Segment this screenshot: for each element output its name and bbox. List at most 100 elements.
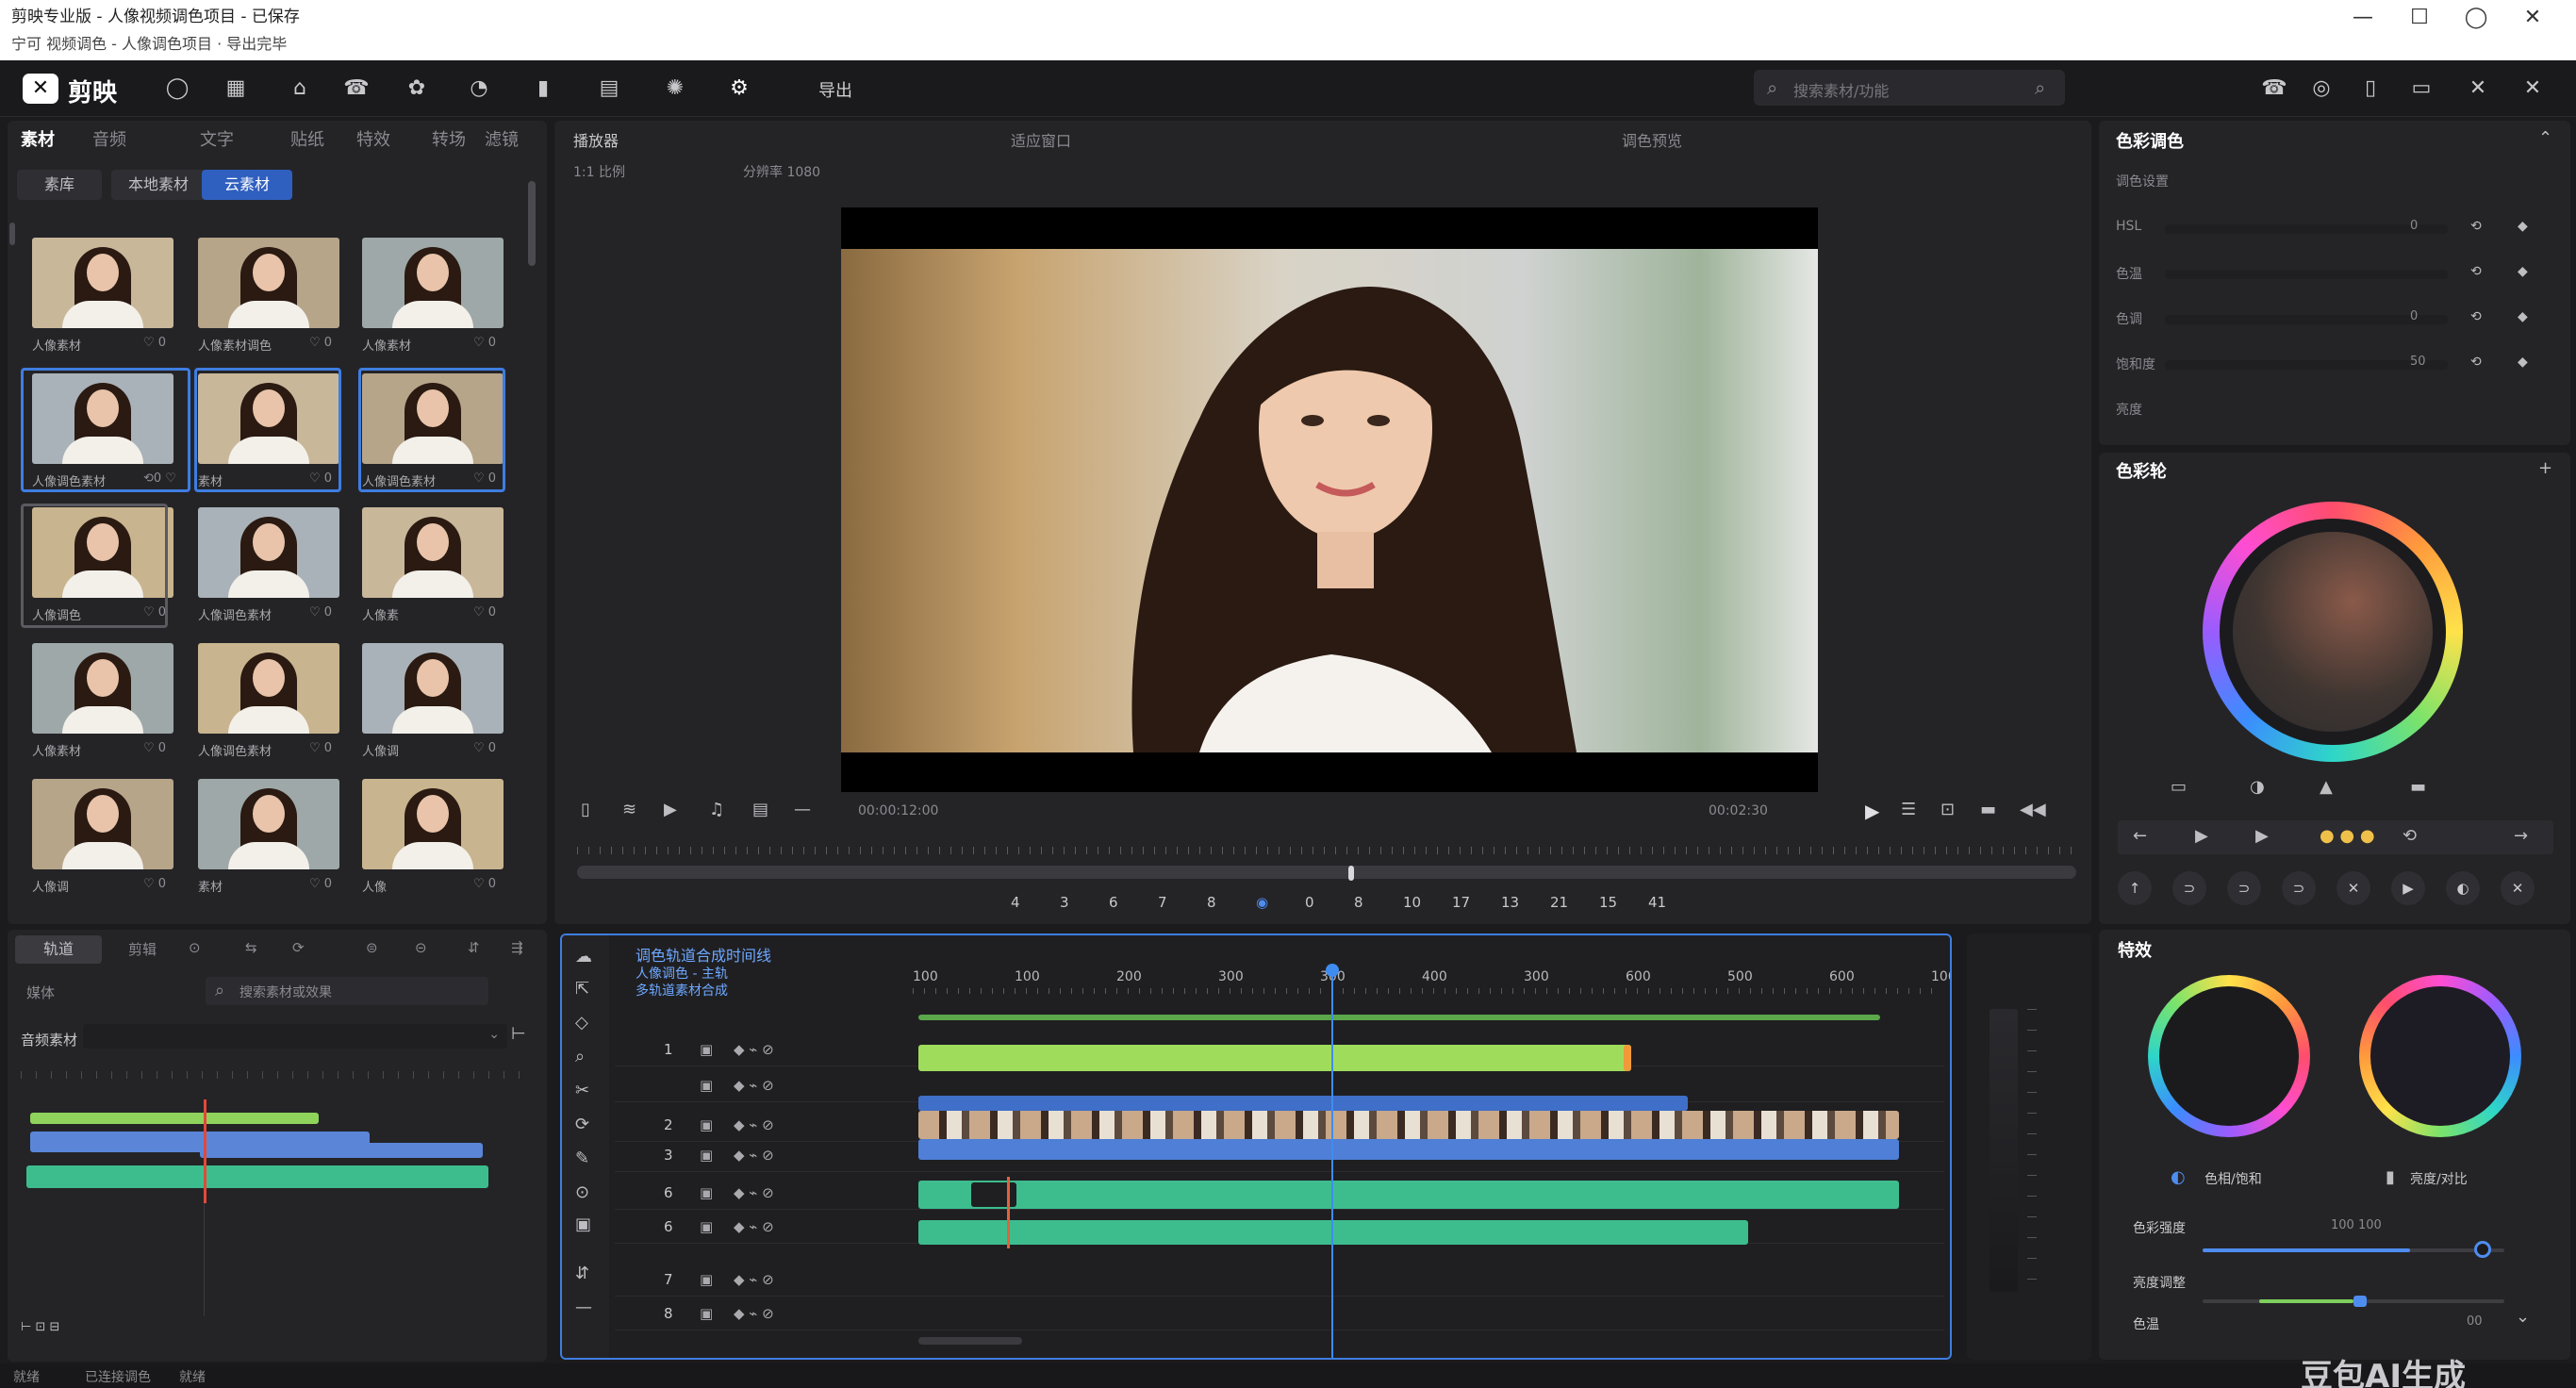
- search-submit-icon[interactable]: ⌕: [2035, 76, 2045, 99]
- media-thumbnail[interactable]: [198, 507, 339, 598]
- window-icon[interactable]: ▭: [2406, 74, 2436, 104]
- frame-item[interactable]: 8: [1354, 894, 1363, 911]
- export-button[interactable]: 导出: [818, 77, 852, 102]
- tab-filter[interactable]: 滤镜: [485, 126, 519, 151]
- timer-tool-icon[interactable]: ◔: [464, 74, 494, 104]
- track-visibility-icon[interactable]: ▣: [700, 1077, 713, 1094]
- mini-tab-8[interactable]: ⇵: [468, 939, 480, 956]
- tool-adjust-icon[interactable]: ✎: [575, 1148, 589, 1168]
- frame-item[interactable]: 15: [1599, 894, 1617, 911]
- frame-item[interactable]: 6: [1109, 894, 1118, 911]
- home-tool-icon[interactable]: ⌂: [285, 74, 315, 104]
- tool-layer-icon[interactable]: ▣: [575, 1214, 591, 1234]
- effect-wheel-right-center[interactable]: [2370, 986, 2510, 1126]
- wheel-tool-button[interactable]: ✕: [2337, 871, 2370, 905]
- media-scrollbar[interactable]: [528, 181, 536, 266]
- preview-scrubber[interactable]: [577, 866, 2076, 879]
- param-slider[interactable]: [2165, 270, 2448, 279]
- maximize-button[interactable]: ☐: [2401, 6, 2438, 29]
- frame-item[interactable]: 13: [1501, 894, 1519, 911]
- tool-minus-icon[interactable]: —: [575, 1297, 592, 1317]
- param-slider[interactable]: [2165, 315, 2448, 324]
- frame-item[interactable]: 7: [1158, 894, 1167, 911]
- wheel-tool-button[interactable]: ✕: [2501, 871, 2535, 905]
- list-icon[interactable]: ☰: [1901, 800, 1916, 819]
- rewind-icon[interactable]: ◀◀: [2020, 800, 2046, 819]
- circle-tool-icon[interactable]: ◯: [162, 74, 192, 104]
- mini-tab-track[interactable]: 轨道: [15, 935, 102, 964]
- clip-top-bar[interactable]: [918, 1015, 1880, 1020]
- track-lock-icon[interactable]: ◆ ⌁ ⊘: [734, 1147, 774, 1164]
- param-slider[interactable]: [2165, 360, 2448, 370]
- color-preview-label[interactable]: 调色预览: [1622, 128, 1682, 151]
- media-thumbnail[interactable]: [198, 238, 339, 328]
- wheel-play-icon[interactable]: ▶: [2195, 826, 2208, 846]
- playhead-handle[interactable]: [1326, 964, 1339, 977]
- sparkle-tool-icon[interactable]: ✺: [660, 74, 690, 104]
- effect-left-icon[interactable]: ◐: [2171, 1167, 2186, 1187]
- clip-teal-2[interactable]: [918, 1220, 1748, 1245]
- screen-icon[interactable]: ▬: [1980, 800, 1996, 819]
- mini-dropdown[interactable]: ⌄: [83, 1024, 507, 1049]
- effect-wheel-left-center[interactable]: [2159, 986, 2299, 1126]
- wheel-tool-button[interactable]: ▶: [2391, 871, 2425, 905]
- param-keyframe-icon[interactable]: ◆: [2518, 219, 2528, 234]
- mini-clip-blue-2[interactable]: [200, 1143, 483, 1158]
- tool-shape-icon[interactable]: ◇: [575, 1013, 588, 1033]
- tool-split-icon[interactable]: ⇵: [575, 1264, 589, 1283]
- media-thumbnail[interactable]: [32, 643, 173, 734]
- wheel-tool-button[interactable]: ↑: [2118, 871, 2152, 905]
- track-visibility-icon[interactable]: ▣: [700, 1218, 713, 1235]
- timeline-playhead[interactable]: [1331, 969, 1333, 1358]
- local-media-button[interactable]: 本地素材: [111, 170, 206, 200]
- track-lock-icon[interactable]: ◆ ⌁ ⊘: [734, 1218, 774, 1235]
- mini-search-input[interactable]: ⌕ 搜索素材或效果: [206, 977, 488, 1005]
- minimize-button[interactable]: —: [2344, 6, 2382, 29]
- mini-clip-teal[interactable]: [26, 1165, 488, 1188]
- param-keyframe-icon[interactable]: ◆: [2518, 309, 2528, 324]
- param-keyframe-icon[interactable]: ◆: [2518, 264, 2528, 279]
- restore-button[interactable]: ◯: [2457, 6, 2495, 29]
- wheel-next-icon[interactable]: ▶: [2255, 826, 2269, 846]
- frame-item[interactable]: ◉: [1256, 894, 1268, 911]
- frame-item[interactable]: 0: [1305, 894, 1314, 911]
- media-thumbnail[interactable]: [32, 779, 173, 869]
- media-thumbnail[interactable]: [362, 238, 504, 328]
- wheel-option-1-icon[interactable]: ▭: [2171, 777, 2187, 797]
- wheel-option-2-icon[interactable]: ◑: [2250, 777, 2265, 797]
- caption-icon[interactable]: ▤: [752, 800, 768, 819]
- aspect-ratio-label[interactable]: 1:1 比例: [573, 162, 625, 181]
- tool-zoom-icon[interactable]: ⌕: [575, 1047, 585, 1066]
- minus-icon[interactable]: —: [794, 800, 811, 819]
- effect-dropdown-icon[interactable]: ⌄: [2516, 1307, 2530, 1327]
- fit-window-label[interactable]: 适应窗口: [1011, 128, 1071, 151]
- trim-icon[interactable]: ≋: [622, 800, 636, 819]
- mini-tab-5[interactable]: ⟳: [292, 939, 305, 956]
- mini-bottom-icons[interactable]: ⊢ ⊡ ⊟: [21, 1320, 59, 1334]
- chat-icon[interactable]: ◎: [2306, 74, 2337, 104]
- track-visibility-icon[interactable]: ▣: [700, 1147, 713, 1164]
- tab-sticker[interactable]: 贴纸: [290, 126, 324, 151]
- effect-right-icon[interactable]: ▮: [2386, 1167, 2395, 1187]
- track-lock-icon[interactable]: ◆ ⌁ ⊘: [734, 1305, 774, 1322]
- effect-slider1-thumb[interactable]: [2474, 1241, 2491, 1258]
- media-thumbnail[interactable]: [362, 643, 504, 734]
- expand-icon[interactable]: +: [2538, 458, 2552, 478]
- wheel-forward-icon[interactable]: →: [2514, 826, 2528, 846]
- clip-teal-1[interactable]: [918, 1181, 1899, 1209]
- track-visibility-icon[interactable]: ▣: [700, 1271, 713, 1288]
- color-wheel-center[interactable]: [2233, 532, 2433, 732]
- cloud-media-button[interactable]: 云素材: [202, 170, 292, 200]
- track-lock-icon[interactable]: ◆ ⌁ ⊘: [734, 1116, 774, 1133]
- media-tool-icon[interactable]: ▦: [221, 74, 251, 104]
- param-reset-icon[interactable]: ⟲: [2470, 219, 2482, 234]
- tool-snap-icon[interactable]: ⊙: [575, 1182, 589, 1202]
- play-icon[interactable]: ▶: [1865, 800, 1879, 822]
- library-button[interactable]: 素库: [17, 170, 102, 200]
- mini-tab-4[interactable]: ⇆: [245, 939, 257, 956]
- param-reset-icon[interactable]: ⟲: [2470, 355, 2482, 370]
- track-lock-icon[interactable]: ◆ ⌁ ⊘: [734, 1041, 774, 1058]
- wheel-prev-icon[interactable]: ←: [2133, 826, 2147, 846]
- tool-cloud-icon[interactable]: ☁: [575, 947, 592, 967]
- media-thumbnail[interactable]: [32, 238, 173, 328]
